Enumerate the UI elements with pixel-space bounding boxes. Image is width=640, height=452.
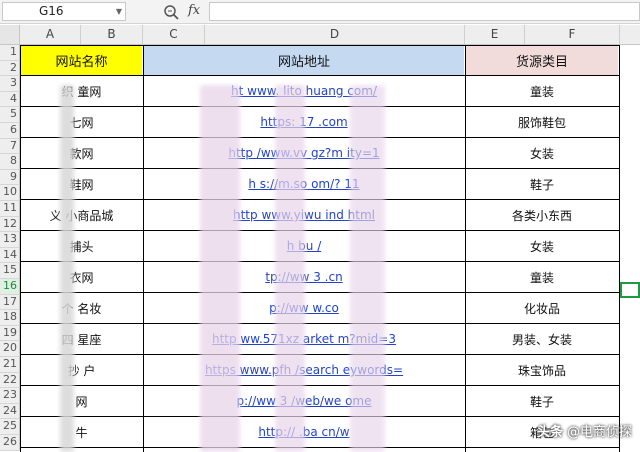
- row-header-16[interactable]: 16: [0, 279, 20, 295]
- cell-category[interactable]: 各类小东西: [466, 200, 618, 230]
- zoom-icon[interactable]: [162, 2, 182, 22]
- row-header-18[interactable]: 18: [0, 310, 20, 326]
- cell-site-name[interactable]: 个 名妆: [21, 293, 142, 323]
- cell-category[interactable]: 鞋子: [466, 169, 618, 199]
- row-header-1[interactable]: 1: [0, 45, 20, 61]
- row-header-3[interactable]: 3: [0, 76, 20, 92]
- row-header-8[interactable]: 8: [0, 154, 20, 170]
- row-header-13[interactable]: 13: [0, 232, 20, 248]
- row-header-20[interactable]: 20: [0, 341, 20, 357]
- row-header-17[interactable]: 17: [0, 294, 20, 311]
- formula-bar: G16 ▼ fx: [0, 0, 640, 24]
- watermark-handle: @电商侦探: [566, 425, 632, 440]
- cell-category[interactable]: 化妆品: [466, 293, 618, 323]
- row-header-7[interactable]: 7: [0, 138, 20, 155]
- cell-site-name[interactable]: 款网: [21, 138, 142, 168]
- cell-site-name[interactable]: 织 童网: [21, 76, 142, 106]
- cell-site-name[interactable]: 七网: [21, 107, 142, 137]
- spreadsheet-grid[interactable]: 网站名称 网站地址 货源类目 织 童网ht www. lito huang co…: [20, 45, 640, 452]
- cell-site-name[interactable]: 抄 户: [21, 355, 142, 385]
- cell-category[interactable]: 珠宝饰品: [466, 355, 618, 385]
- cell-category[interactable]: 女装: [466, 231, 618, 261]
- formula-input[interactable]: [209, 2, 640, 21]
- header-category[interactable]: 货源类目: [466, 46, 618, 75]
- row-header-14[interactable]: 14: [0, 247, 20, 264]
- column-header-g[interactable]: [620, 25, 640, 45]
- fx-icon[interactable]: fx: [188, 1, 200, 21]
- header-site-name[interactable]: 网站名称: [21, 46, 142, 75]
- cell-category[interactable]: 服饰鞋包: [466, 107, 618, 137]
- name-box[interactable]: G16 ▼: [2, 2, 126, 21]
- blur-overlay: [60, 85, 74, 452]
- row-header-6[interactable]: 6: [0, 123, 20, 139]
- cell-site-name[interactable]: 捕头: [21, 231, 142, 261]
- row-header-10[interactable]: 10: [0, 185, 20, 201]
- row-header-23[interactable]: 23: [0, 388, 20, 404]
- row-header-21[interactable]: 21: [0, 357, 20, 373]
- cell-category[interactable]: 男装、女装: [466, 324, 618, 354]
- cell-site-name[interactable]: 衣网: [21, 262, 142, 292]
- name-box-value: G16: [39, 4, 64, 18]
- watermark-brand: 头条: [536, 425, 563, 440]
- cell-category[interactable]: 鞋子: [466, 386, 618, 416]
- blur-overlay: [350, 85, 385, 452]
- row-header-5[interactable]: 5: [0, 107, 20, 123]
- cell-site-name[interactable]: 网: [21, 386, 142, 416]
- row-header-26[interactable]: 26: [0, 435, 20, 451]
- blur-overlay: [200, 85, 240, 452]
- cell-category[interactable]: 童装: [466, 76, 618, 106]
- blur-overlay: [275, 85, 305, 452]
- cell-site-name[interactable]: 牛: [21, 417, 142, 447]
- row-header-2[interactable]: 2: [0, 60, 20, 77]
- watermark: 头条 @电商侦探: [537, 421, 632, 440]
- column-header-a[interactable]: A: [20, 25, 81, 45]
- header-site-url[interactable]: 网站地址: [144, 46, 464, 75]
- row-header-19[interactable]: 19: [0, 325, 20, 342]
- cell-site-name[interactable]: 四 星座: [21, 324, 142, 354]
- row-header-25[interactable]: 25: [0, 419, 20, 435]
- column-header-c[interactable]: C: [143, 25, 205, 45]
- row-header-12[interactable]: 12: [0, 216, 20, 233]
- column-header-b[interactable]: B: [81, 25, 143, 45]
- column-header-d[interactable]: D: [205, 25, 465, 45]
- column-header-f[interactable]: F: [525, 25, 620, 45]
- chevron-down-icon[interactable]: ▼: [116, 3, 122, 20]
- cell-site-name[interactable]: 鞋网: [21, 169, 142, 199]
- cell-site-name[interactable]: 义 小商品城: [21, 200, 142, 230]
- cell-category[interactable]: 女装: [466, 138, 618, 168]
- row-header-9[interactable]: 9: [0, 169, 20, 186]
- select-all-corner[interactable]: [0, 25, 20, 45]
- row-header-4[interactable]: 4: [0, 91, 20, 108]
- column-header-e[interactable]: E: [465, 25, 525, 45]
- row-header-24[interactable]: 24: [0, 403, 20, 420]
- cell-category[interactable]: 童装: [466, 262, 618, 292]
- row-header-15[interactable]: 15: [0, 263, 20, 279]
- row-header-22[interactable]: 22: [0, 372, 20, 389]
- selected-cell-g16[interactable]: [620, 282, 640, 298]
- row-header-11[interactable]: 11: [0, 201, 20, 217]
